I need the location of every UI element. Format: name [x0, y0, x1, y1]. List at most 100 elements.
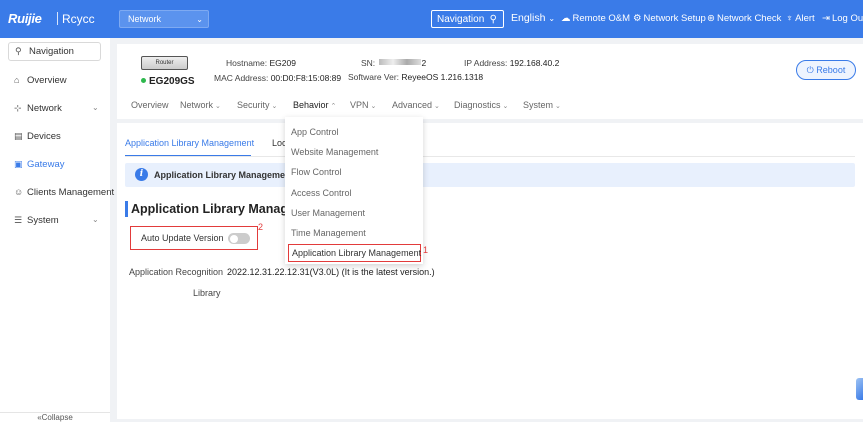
floating-helper-icon[interactable]: [856, 378, 863, 400]
ip-label: IP Address:: [464, 58, 508, 68]
network-check-label: Network Check: [716, 13, 782, 24]
recognition-library-label: Application Recognition: [129, 267, 224, 277]
chevron-down-icon: ⌄: [555, 103, 561, 110]
gateway-icon: ▣: [14, 159, 23, 169]
reboot-label: Reboot: [816, 65, 846, 75]
recognition-library-label-line2: Library: [193, 288, 221, 298]
sidebar-item-label: Network: [27, 103, 62, 114]
devices-icon: ▤: [14, 131, 23, 141]
tab-behavior[interactable]: Behavior ⌃: [293, 100, 336, 110]
sidebar-item-label: System: [27, 215, 59, 226]
sn-value: 2: [421, 58, 427, 68]
callout-number-2: 2: [258, 222, 264, 232]
sidebar-item-system[interactable]: ☰ System ⌄: [14, 215, 99, 226]
callout-number-1: 1: [423, 245, 429, 255]
collapse-button[interactable]: «Collapse: [0, 412, 110, 422]
device-header: Router EG209GS Hostname: EG209 MAC Addre…: [117, 44, 863, 119]
auto-update-toggle[interactable]: [228, 233, 250, 244]
chevron-down-icon: ⌄: [434, 103, 440, 110]
menu-item-app-control[interactable]: App Control: [291, 127, 339, 137]
auto-update-label: Auto Update Version: [141, 233, 224, 243]
section-accent: [125, 201, 128, 217]
sidebar-item-gateway[interactable]: ▣ Gateway: [14, 159, 65, 170]
sidebar-item-clients[interactable]: ☺ Clients Management: [14, 187, 114, 198]
device-model-label: EG209GS: [149, 76, 195, 87]
redacted-sn: [378, 59, 421, 65]
chevron-down-icon: ⌄: [215, 103, 221, 110]
sidebar-item-devices[interactable]: ▤ Devices: [14, 131, 61, 142]
sidebar-item-overview[interactable]: ⌂ Overview: [14, 75, 67, 86]
mac-label: MAC Address:: [214, 73, 269, 83]
network-setup-link[interactable]: ⚙ Network Setup: [633, 13, 706, 24]
language-label: English: [511, 12, 546, 24]
chevron-down-icon: ⌄: [502, 103, 509, 110]
sidebar-item-label: Gateway: [27, 159, 65, 170]
navigation-search[interactable]: ⚲ Navigation: [8, 42, 101, 61]
subtab-app-library[interactable]: Application Library Management: [125, 138, 254, 148]
ip-value: 192.168.40.2: [509, 58, 560, 68]
tab-diagnostics[interactable]: Diagnostics ⌄: [454, 100, 508, 110]
mac-value: 00:D0:F8:15:08:89: [270, 73, 342, 83]
search-icon: ⚲: [489, 14, 497, 25]
sidebar-item-network[interactable]: ⊹ Network ⌄: [14, 103, 99, 114]
tab-label: Diagnostics: [454, 100, 501, 110]
subtab-divider: [125, 156, 855, 157]
menu-item-time-management[interactable]: Time Management: [291, 228, 366, 238]
info-banner: i Application Library Management: [125, 163, 855, 187]
sn-field: SN: 2: [361, 58, 426, 68]
ruijie-logo: Ruijie: [8, 11, 42, 26]
sidebar-item-label: Overview: [27, 75, 67, 86]
search-icon: ⚲: [15, 46, 22, 56]
home-icon: ⌂: [14, 75, 20, 85]
active-subtab-indicator: [125, 155, 251, 156]
logout-label: Log Out: [831, 13, 863, 24]
sn-label: SN:: [361, 58, 376, 68]
auto-update-highlight: Auto Update Version: [130, 226, 258, 250]
hostname-field: Hostname: EG209: [226, 58, 296, 68]
menu-item-access-control[interactable]: Access Control: [291, 188, 352, 198]
network-select-value: Network: [128, 14, 162, 24]
remote-om-link[interactable]: ☁ Remote O&M: [561, 13, 630, 24]
tab-label: Network: [180, 100, 214, 110]
user-icon: ☺: [14, 187, 24, 197]
language-select[interactable]: English ⌄: [511, 12, 555, 24]
tab-label: Behavior: [293, 100, 329, 110]
info-icon: i: [135, 168, 148, 181]
alert-link[interactable]: ♆ Alert: [786, 13, 815, 24]
logo-divider: [57, 12, 58, 25]
chevron-down-icon: ⌄: [271, 103, 278, 110]
menu-item-app-library-management[interactable]: Application Library Management: [288, 244, 421, 262]
device-model: EG209GS: [141, 76, 195, 87]
network-check-link[interactable]: ⊛ Network Check: [707, 13, 781, 24]
main-content: Application Library Management Loc i App…: [117, 123, 863, 419]
tab-overview[interactable]: Overview: [131, 100, 169, 110]
navigation-button-label: Navigation: [437, 14, 485, 25]
menu-item-user-management[interactable]: User Management: [291, 208, 365, 218]
router-image: Router: [141, 56, 188, 70]
tab-advanced[interactable]: Advanced ⌄: [392, 100, 440, 110]
menu-item-website-management[interactable]: Website Management: [291, 147, 378, 157]
reboot-button[interactable]: ⏻ Reboot: [796, 60, 856, 80]
logout-icon: ⇥: [822, 13, 830, 24]
menu-item-flow-control[interactable]: Flow Control: [291, 167, 342, 177]
software-label: Software Ver:: [348, 72, 400, 82]
software-field: Software Ver: ReyeeOS 1.216.1318: [348, 72, 483, 82]
logout-link[interactable]: ⇥ Log Out: [822, 13, 863, 24]
chevron-down-icon: ⌄: [92, 103, 99, 112]
chevron-up-icon: ⌃: [330, 103, 337, 110]
hostname-value: EG209: [269, 58, 296, 68]
tab-label: VPN: [350, 100, 369, 110]
tab-system[interactable]: System ⌄: [523, 100, 561, 110]
remote-om-label: Remote O&M: [572, 13, 631, 24]
navigation-button[interactable]: Navigation ⚲: [431, 10, 504, 28]
network-select[interactable]: Network ⌄: [119, 10, 209, 28]
tab-network[interactable]: Network ⌄: [180, 100, 221, 110]
recognition-library-version: 2022.12.31.22.12.31(V3.0L) (It is the la…: [227, 267, 435, 277]
power-icon: ⏻: [806, 65, 814, 75]
tab-vpn[interactable]: VPN ⌄: [350, 100, 376, 110]
reyee-logo: Rcycc: [62, 12, 95, 26]
tab-security[interactable]: Security ⌄: [237, 100, 277, 110]
behavior-dropdown: App Control Website Management Flow Cont…: [285, 117, 423, 264]
network-setup-label: Network Setup: [643, 13, 706, 24]
ip-field: IP Address: 192.168.40.2: [464, 58, 559, 68]
